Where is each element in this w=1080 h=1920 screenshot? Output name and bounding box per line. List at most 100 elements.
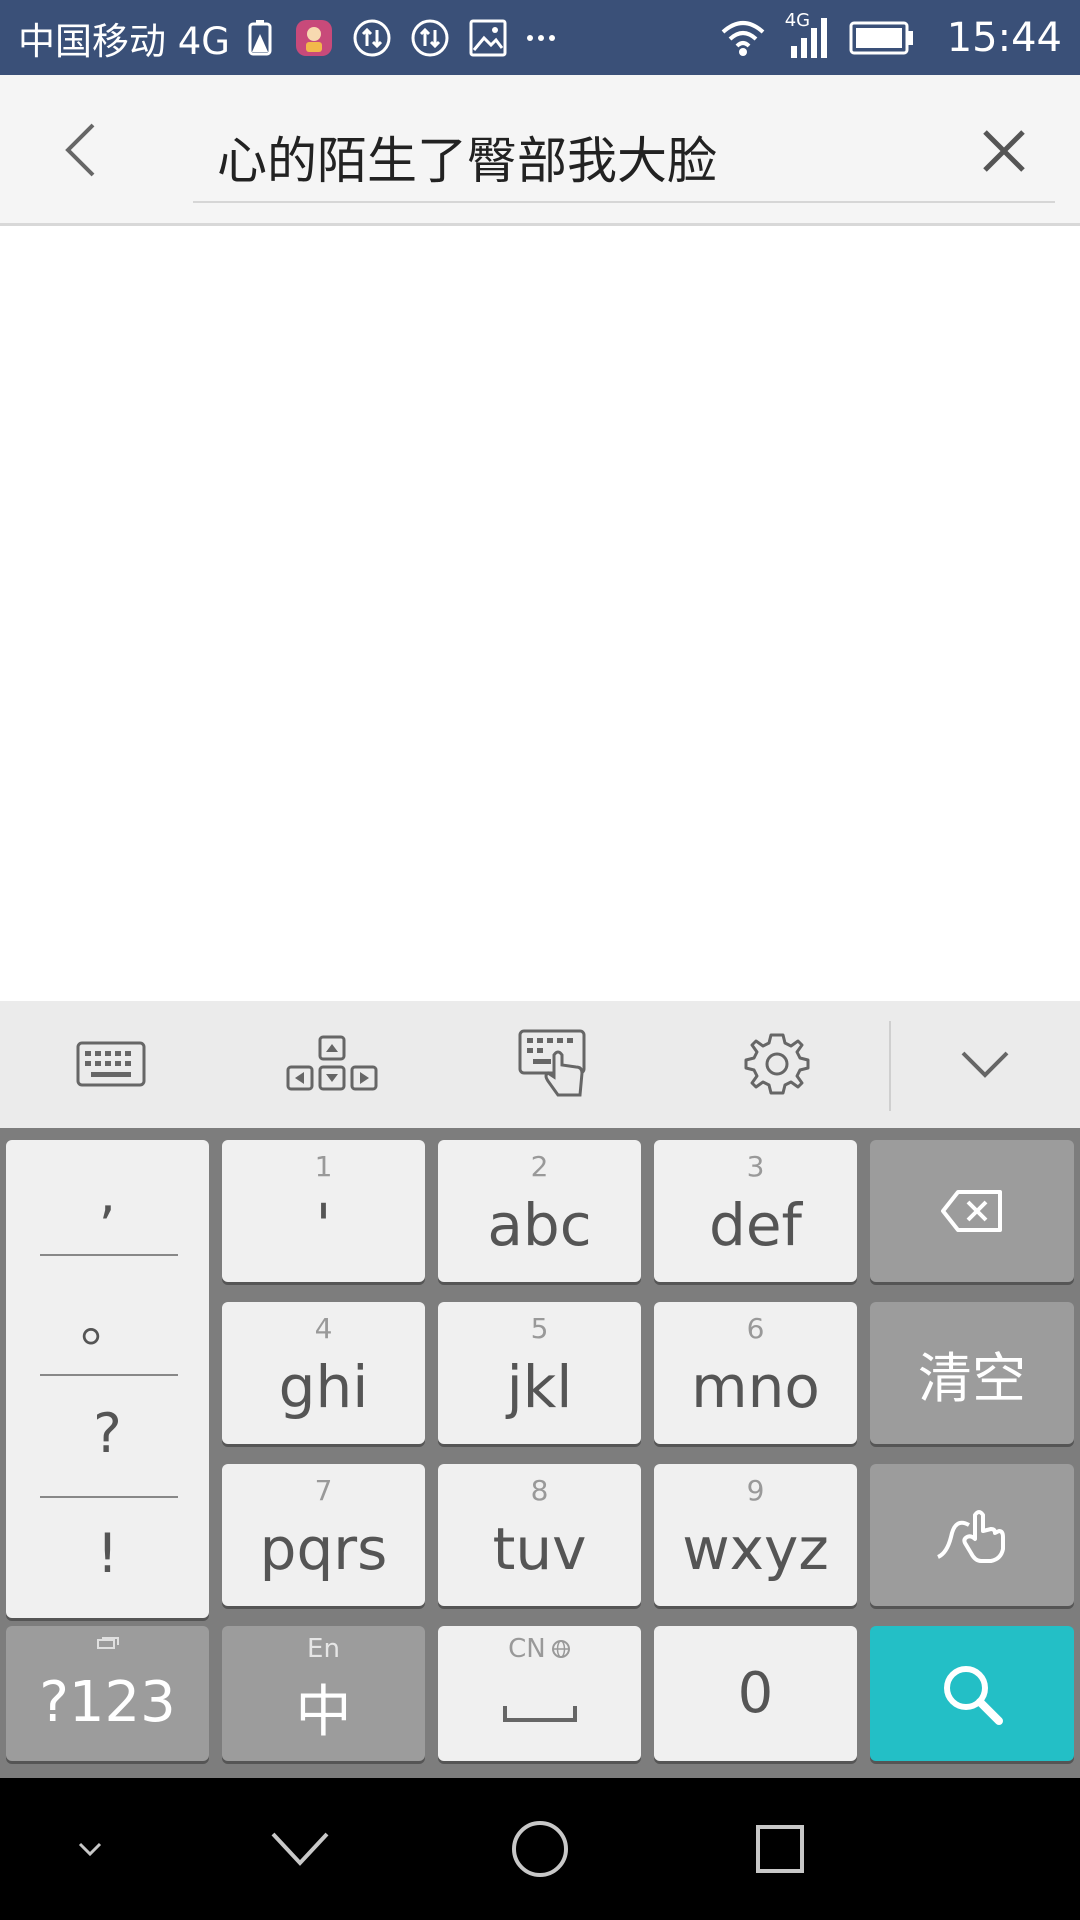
key-number: 3 — [746, 1150, 765, 1183]
gear-icon — [744, 1033, 810, 1095]
search-query-text: 心的陌生了臀部我大脸 — [217, 132, 717, 190]
key-label: def — [709, 1191, 802, 1259]
key-3[interactable]: 3 def — [654, 1140, 857, 1282]
clear-search-button[interactable] — [976, 123, 1032, 179]
close-icon — [983, 130, 1025, 172]
toolbar-divider — [889, 1021, 891, 1111]
key-5[interactable]: 5 jkl — [438, 1302, 641, 1444]
status-right: 4G 15:44 — [719, 0, 1062, 75]
space-key[interactable]: CN — [438, 1626, 641, 1761]
punct-question-key[interactable]: ? — [6, 1402, 209, 1465]
key-4[interactable]: 4 ghi — [222, 1302, 425, 1444]
key-number: 1 — [314, 1150, 333, 1183]
key-number: 7 — [314, 1474, 333, 1507]
space-top: CN — [438, 1634, 641, 1664]
gesture-hand-icon — [937, 1510, 1005, 1563]
clear-all-label: 清空 — [918, 1346, 1026, 1410]
language-switch-key[interactable]: En 中 — [222, 1626, 425, 1761]
data-sync-icon — [352, 0, 392, 75]
data-sync-icon-2 — [410, 0, 450, 75]
nav-back-button[interactable] — [240, 1778, 360, 1920]
punct-divider — [40, 1374, 178, 1376]
carrier-label: 中国移动 4G — [18, 19, 230, 63]
chevron-down-small-icon — [78, 1842, 102, 1857]
key-6[interactable]: 6 mno — [654, 1302, 857, 1444]
key-label: abc — [487, 1191, 592, 1259]
search-header: 心的陌生了臀部我大脸 — [0, 75, 1080, 226]
search-icon — [944, 1665, 1003, 1725]
keyboard-toolbar — [0, 1001, 1080, 1128]
keyboard-icon — [76, 1041, 146, 1087]
battery-icon — [849, 0, 915, 75]
clear-all-key[interactable]: 清空 — [870, 1302, 1074, 1444]
punct-divider — [40, 1254, 178, 1256]
space-bar-icon — [502, 1705, 577, 1722]
punct-divider — [40, 1496, 178, 1498]
chevron-left-icon — [65, 123, 95, 177]
status-time: 15:44 — [946, 14, 1062, 61]
handwriting-keyboard-button[interactable] — [500, 1019, 610, 1109]
key-label: tuv — [492, 1515, 587, 1583]
key-1[interactable]: 1 ' — [222, 1140, 425, 1282]
key-number: 2 — [530, 1150, 549, 1183]
punct-exclamation-key[interactable]: ! — [6, 1522, 209, 1585]
settings-button[interactable] — [722, 1019, 832, 1109]
globe-icon — [551, 1640, 570, 1658]
key-label: pqrs — [259, 1515, 388, 1583]
more-notifications-icon — [526, 0, 556, 75]
cursor-move-button[interactable] — [277, 1019, 387, 1109]
app-notification-icon — [294, 0, 334, 75]
symbols-key[interactable]: ?123 — [6, 1626, 209, 1761]
key-2[interactable]: 2 abc — [438, 1140, 641, 1282]
language-secondary-label: En — [307, 1634, 340, 1664]
punct-period-key[interactable]: 。 — [6, 1278, 209, 1357]
back-button[interactable] — [50, 113, 110, 187]
key-number: 8 — [530, 1474, 549, 1507]
battery-alert-icon — [246, 0, 276, 75]
key-number: 6 — [746, 1312, 765, 1345]
search-input[interactable]: 心的陌生了臀部我大脸 — [193, 95, 1055, 203]
keyboard-layout-button[interactable] — [56, 1019, 166, 1109]
cellular-signal-icon: 4G — [785, 0, 831, 75]
backspace-icon — [941, 1190, 1002, 1232]
square-recents-icon — [756, 1825, 804, 1873]
key-label: wxyz — [682, 1515, 829, 1583]
copy-icon — [96, 1637, 119, 1649]
chevron-down-icon — [961, 1051, 1009, 1078]
search-results-area — [0, 229, 1080, 1001]
t9-keyboard: , 。 ? ! 1 ' 2 abc 3 def 4 ghi 5 jkl 6 mn… — [0, 1128, 1080, 1778]
key-8[interactable]: 8 tuv — [438, 1464, 641, 1606]
punct-comma-key[interactable]: , — [6, 1162, 209, 1225]
search-key[interactable] — [870, 1626, 1074, 1761]
wifi-icon — [719, 0, 767, 75]
key-7[interactable]: 7 pqrs — [222, 1464, 425, 1606]
symbols-label: ?123 — [39, 1670, 176, 1735]
keyboard-hand-icon — [518, 1029, 586, 1097]
system-nav-bar — [0, 1778, 1080, 1920]
nav-recents-button[interactable] — [720, 1778, 840, 1920]
arrow-keys-icon — [286, 1035, 378, 1091]
status-left: 中国移动 4G — [18, 0, 574, 75]
language-main-label: 中 — [295, 1680, 352, 1745]
nav-home-button[interactable] — [480, 1778, 600, 1920]
key-number: 5 — [530, 1312, 549, 1345]
key-label: mno — [691, 1353, 820, 1421]
gesture-input-key[interactable] — [870, 1464, 1074, 1606]
status-bar: 中国移动 4G 4G 15:44 — [0, 0, 1080, 75]
nav-hide-button[interactable] — [30, 1778, 150, 1920]
space-language-label: CN — [508, 1634, 546, 1664]
backspace-key[interactable] — [870, 1140, 1074, 1282]
key-label: jkl — [506, 1353, 573, 1421]
network-type-label: 4G — [784, 10, 811, 31]
circle-home-icon — [512, 1821, 568, 1877]
hide-keyboard-button[interactable] — [930, 1019, 1040, 1109]
punctuation-column: , 。 ? ! — [6, 1140, 209, 1618]
key-9[interactable]: 9 wxyz — [654, 1464, 857, 1606]
image-icon — [468, 0, 508, 75]
key-0[interactable]: 0 — [654, 1626, 857, 1761]
key-label: 0 — [737, 1661, 774, 1726]
key-number: 9 — [746, 1474, 765, 1507]
key-number: 4 — [314, 1312, 333, 1345]
chevron-down-icon — [271, 1832, 329, 1866]
key-label: ' — [315, 1191, 332, 1259]
